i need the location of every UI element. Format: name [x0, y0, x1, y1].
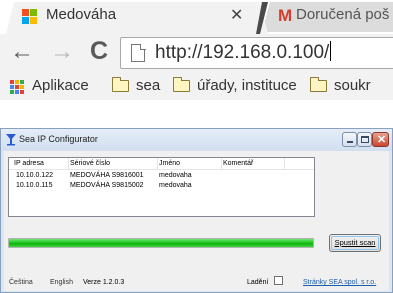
- language-czech-link[interactable]: Čeština: [9, 279, 33, 286]
- folder-icon: [111, 77, 129, 92]
- close-button[interactable]: ✕: [372, 132, 389, 147]
- folder-icon: [309, 77, 327, 92]
- sea-ip-configurator-window: Sea IP Configurator ✕ IP adresa Sériové …: [0, 128, 393, 293]
- window-client-area: IP adresa Sériové číslo Jméno Komentář 1…: [4, 151, 389, 291]
- favicon-icon: [22, 9, 38, 25]
- column-header-comment[interactable]: Komentář: [223, 160, 253, 167]
- debug-label: Ladění: [247, 279, 269, 286]
- column-separator[interactable]: [284, 158, 285, 169]
- cell-ip: 10.10.0.115: [16, 182, 53, 189]
- column-separator[interactable]: [221, 158, 222, 169]
- maximize-button[interactable]: [357, 132, 372, 147]
- tab-medovaha-title: Medováha: [46, 6, 117, 23]
- browser-toolbar: ← → C http://192.168.0.100/: [0, 34, 393, 72]
- cell-serial: MEDOVÁHA S9815002: [70, 182, 144, 189]
- title-bar[interactable]: Sea IP Configurator ✕: [1, 129, 392, 151]
- column-separator[interactable]: [157, 158, 158, 169]
- minimize-button[interactable]: [342, 132, 357, 147]
- tab-strip: M Doručená poš Medováha ✕: [0, 0, 393, 34]
- arrow-left-icon[interactable]: ←: [10, 38, 34, 66]
- cell-ip: 10.10.0.122: [16, 172, 53, 179]
- close-icon: ✕: [377, 134, 387, 146]
- browser-chrome: M Doručená poš Medováha ✕ ← → C http://1…: [0, 0, 393, 100]
- table-row[interactable]: 10.10.0.115 MEDOVÁHA S9815002 medovaha: [9, 181, 314, 191]
- device-list[interactable]: IP adresa Sériové číslo Jméno Komentář 1…: [8, 157, 315, 217]
- sea-website-link[interactable]: Stránky SEA spol. s r.o.: [303, 279, 376, 286]
- apps-grid-icon[interactable]: [10, 80, 24, 94]
- address-bar[interactable]: http://192.168.0.100/: [120, 37, 393, 69]
- close-icon[interactable]: ✕: [230, 5, 243, 25]
- app-icon: [6, 134, 16, 146]
- url-text[interactable]: http://192.168.0.100/: [155, 41, 332, 64]
- cell-name: medovaha: [159, 182, 192, 189]
- window-title: Sea IP Configurator: [19, 134, 98, 144]
- bookmark-aplikace[interactable]: Aplikace: [32, 77, 89, 94]
- cell-name: medovaha: [159, 172, 192, 179]
- cell-serial: MEDOVÁHA S9816001: [70, 172, 144, 179]
- progress-fill: [9, 239, 313, 247]
- column-header-name[interactable]: Jméno: [159, 160, 180, 167]
- version-label: Verze 1.2.0.3: [83, 279, 125, 286]
- reload-icon[interactable]: C: [90, 37, 108, 66]
- tab-inbox-title: Doručená poš: [296, 6, 390, 23]
- bookmark-soukr[interactable]: soukr: [334, 77, 371, 94]
- bookmarks-bar: Aplikace sea úřady, instituce soukr: [0, 72, 393, 100]
- url-value: http://192.168.0.100/: [155, 42, 330, 63]
- folder-icon: [172, 77, 190, 92]
- minimize-icon: [347, 141, 353, 143]
- table-row[interactable]: 10.10.0.122 MEDOVÁHA S9816001 medovaha: [9, 171, 314, 181]
- debug-checkbox[interactable]: [274, 276, 283, 285]
- bookmark-urady[interactable]: úřady, instituce: [197, 77, 297, 94]
- start-scan-button[interactable]: Spustit scan: [329, 234, 381, 252]
- text-caret: [330, 41, 332, 61]
- scan-progress-bar: [8, 238, 314, 248]
- column-separator[interactable]: [68, 158, 69, 169]
- column-header-ip[interactable]: IP adresa: [14, 160, 44, 167]
- maximize-icon: [361, 136, 369, 143]
- language-english-link[interactable]: English: [50, 279, 73, 286]
- gmail-icon: M: [278, 6, 293, 25]
- column-header-serial[interactable]: Sériové číslo: [70, 160, 110, 167]
- page-icon: [131, 43, 146, 62]
- list-header: IP adresa Sériové číslo Jméno Komentář: [9, 158, 314, 170]
- bookmark-sea[interactable]: sea: [136, 77, 160, 94]
- arrow-right-icon[interactable]: →: [50, 38, 74, 66]
